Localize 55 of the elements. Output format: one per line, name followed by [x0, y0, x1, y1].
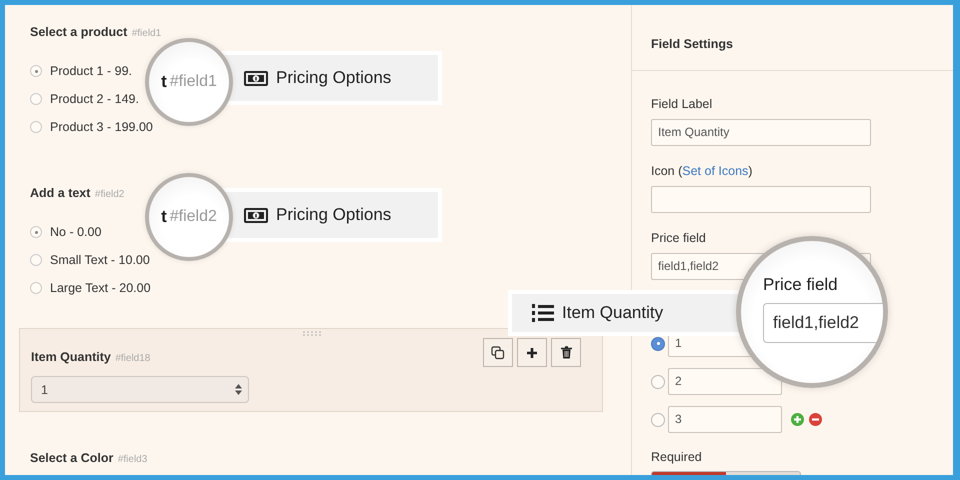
copy-icon [491, 346, 505, 360]
add-button[interactable] [517, 338, 547, 367]
radio-button[interactable] [30, 254, 42, 266]
setting-label: Icon ( [651, 164, 682, 178]
setting-label: Price field [651, 230, 707, 246]
input-field[interactable] [651, 186, 871, 213]
setting-label: Field Label [651, 96, 714, 112]
radio-button[interactable] [30, 121, 42, 133]
radio-button[interactable] [30, 93, 42, 105]
option-label: Small Text - 10.00 [50, 253, 150, 267]
field-label: Select a product [30, 25, 128, 39]
radio-button[interactable] [651, 374, 665, 388]
choice-input[interactable]: 2 [668, 368, 782, 395]
numbered-list-icon [532, 303, 554, 323]
radio-button[interactable] [30, 282, 42, 294]
choice-input[interactable]: 3 [668, 406, 782, 433]
option-label: No - 0.00 [50, 225, 102, 239]
field-label: Item Quantity [31, 350, 111, 364]
option-label: Product 1 - 99. [50, 64, 132, 78]
delete-button[interactable] [551, 338, 581, 367]
field-id: #field18 [115, 352, 150, 364]
field-id: #field3 [118, 454, 148, 465]
setting-label: ) [748, 164, 752, 178]
up-down-arrows-icon [235, 384, 242, 395]
field-id: #field1 [132, 28, 162, 39]
remove-icon[interactable] [809, 413, 822, 426]
magnified-field-id: #field2 [170, 208, 217, 226]
magnified-field-id: #field1 [170, 73, 217, 91]
input-field[interactable]: Item Quantity [651, 119, 871, 146]
quantity-select[interactable]: 1 [31, 376, 249, 403]
magnified-text: t [161, 207, 167, 227]
radio-button[interactable] [651, 412, 665, 426]
banknote-icon [244, 208, 268, 222]
magnified-text: t [161, 72, 167, 92]
radio-button[interactable] [651, 336, 665, 350]
trash-icon [560, 346, 572, 359]
callout-tooltip: Pricing Options [218, 51, 442, 105]
panel-title: Field Settings [651, 37, 734, 53]
magnified-label: Price field [763, 275, 839, 295]
field-id: #field2 [94, 189, 124, 200]
banknote-icon [244, 70, 268, 86]
field-label: Select a Color [30, 451, 114, 465]
field-label: Add a text [30, 186, 90, 200]
add-icon[interactable] [791, 413, 804, 426]
radio-button[interactable] [30, 226, 42, 238]
field-card[interactable]: Item Quantity #field18 1 [19, 328, 603, 412]
option-label: Product 2 - 149. [50, 92, 139, 106]
option-label: Large Text - 20.00 [50, 281, 151, 295]
plus-icon [526, 346, 538, 358]
setting-label: Required [651, 449, 703, 465]
option-label: Product 3 - 199.00 [50, 120, 153, 134]
duplicate-button[interactable] [483, 338, 513, 367]
icons-link[interactable]: Set of Icons [682, 164, 748, 178]
drag-handle-icon[interactable] [303, 331, 321, 336]
radio-button[interactable] [30, 65, 42, 77]
